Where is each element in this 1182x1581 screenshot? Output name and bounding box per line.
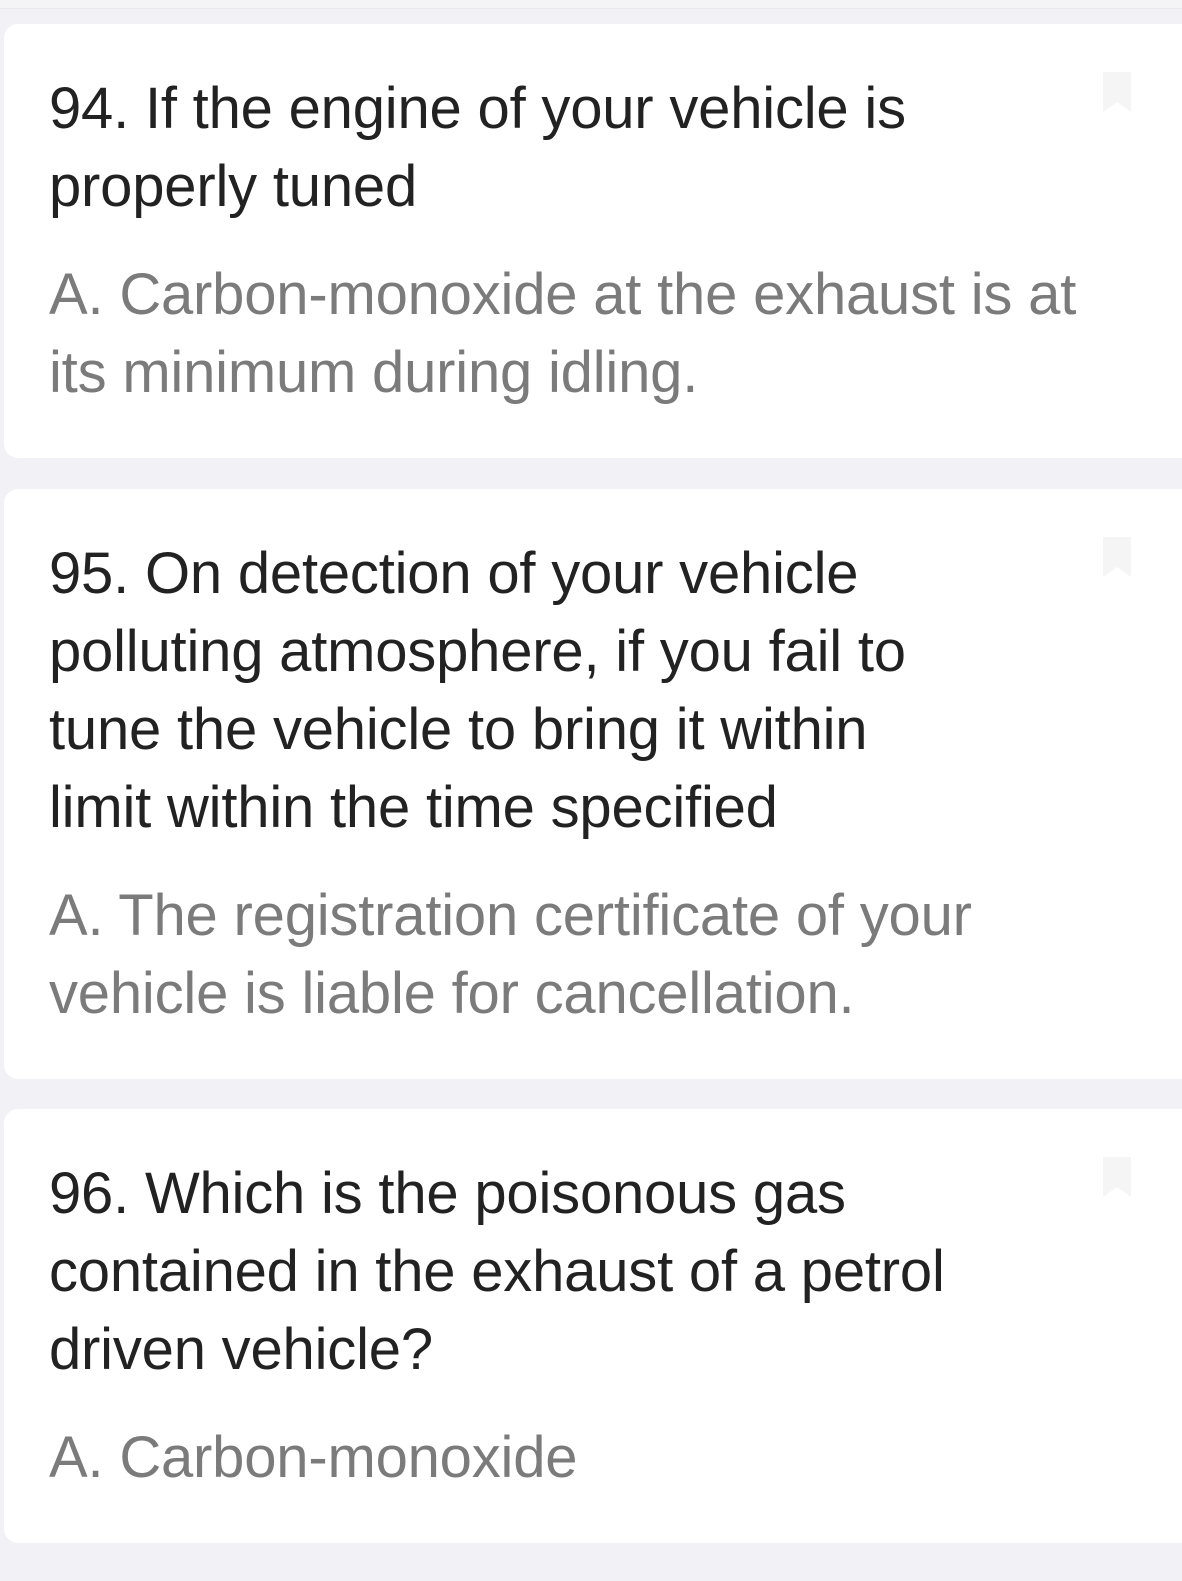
question-line: limit within the time specified	[49, 775, 778, 840]
question-text: 94. If the engine of your vehicle is pro…	[49, 24, 1142, 226]
question-line: 96. Which is the poisonous gas	[49, 1161, 846, 1226]
answer-line: A. The registration certificate of your	[49, 883, 972, 948]
question-line: tune the vehicle to bring it within	[49, 697, 868, 762]
question-text: 95. On detection of your vehicle polluti…	[49, 489, 1142, 847]
question-line: 94. If the engine of your vehicle is	[49, 76, 906, 141]
bookmark-icon[interactable]	[1100, 1155, 1134, 1199]
question-card: 96. Which is the poisonous gas contained…	[4, 1109, 1182, 1543]
question-line: contained in the exhaust of a petrol	[49, 1239, 945, 1304]
question-card: 95. On detection of your vehicle polluti…	[4, 489, 1182, 1079]
answer-text: A. Carbon-monoxide	[49, 1389, 1142, 1497]
question-line: driven vehicle?	[49, 1317, 433, 1382]
answer-line: vehicle is liable for cancellation.	[49, 961, 855, 1026]
bookmark-icon[interactable]	[1100, 70, 1134, 114]
question-line: polluting atmosphere, if you fail to	[49, 619, 906, 684]
answer-text: A. The registration certificate of your …	[49, 847, 1142, 1033]
question-line: properly tuned	[49, 154, 417, 219]
answer-line: its minimum during idling.	[49, 340, 699, 405]
question-line: 95. On detection of your vehicle	[49, 541, 859, 606]
bookmark-icon[interactable]	[1100, 535, 1134, 579]
answer-text: A. Carbon-monoxide at the exhaust is at …	[49, 226, 1142, 412]
answer-line: A. Carbon-monoxide at the exhaust is at	[49, 262, 1077, 327]
question-card: 94. If the engine of your vehicle is pro…	[4, 24, 1182, 458]
question-text: 96. Which is the poisonous gas contained…	[49, 1109, 1142, 1389]
top-divider	[0, 0, 1182, 9]
answer-line: A. Carbon-monoxide	[49, 1425, 578, 1490]
